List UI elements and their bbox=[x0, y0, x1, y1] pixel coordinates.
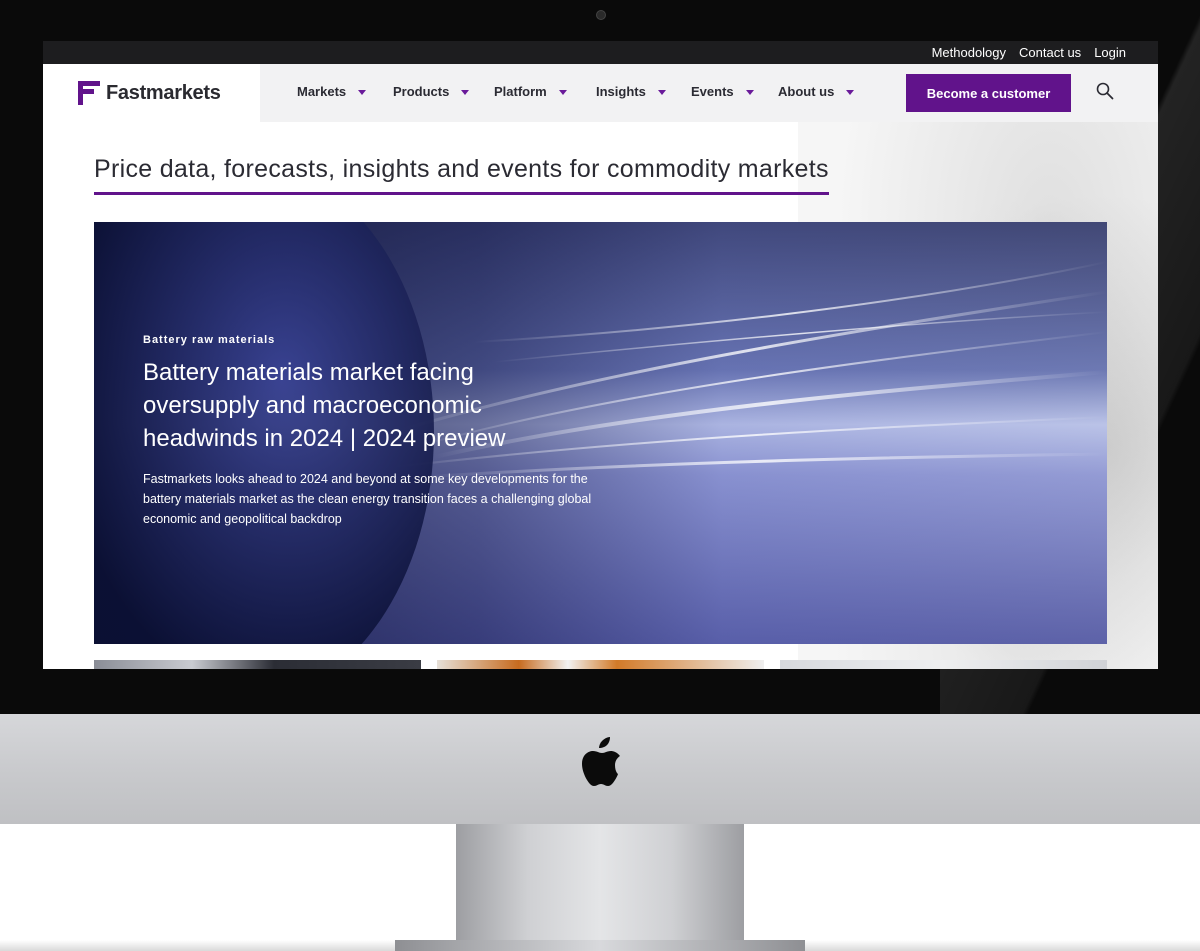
utility-link-login[interactable]: Login bbox=[1094, 45, 1126, 60]
hero-summary: Fastmarkets looks ahead to 2024 and beyo… bbox=[143, 472, 592, 526]
monitor-stand bbox=[456, 824, 744, 951]
nav-item-markets[interactable]: Markets bbox=[297, 84, 367, 99]
nav-label: Platform bbox=[494, 84, 547, 99]
article-card-thumbnail[interactable] bbox=[94, 660, 421, 669]
nav-label: About us bbox=[778, 84, 835, 99]
nav-item-insights[interactable]: Insights bbox=[596, 84, 666, 99]
nav-label: Events bbox=[691, 84, 734, 99]
caret-down-icon bbox=[846, 90, 855, 95]
hero-banner[interactable]: Battery raw materials Battery materials … bbox=[94, 222, 1107, 644]
brand-name: Fastmarkets bbox=[106, 81, 221, 104]
browser-screen: Methodology Contact us Login Fastmarkets… bbox=[43, 41, 1158, 669]
nav-label: Markets bbox=[297, 84, 347, 99]
nav-item-platform[interactable]: Platform bbox=[494, 84, 567, 99]
nav-item-events[interactable]: Events bbox=[691, 84, 754, 99]
article-card-thumbnail[interactable] bbox=[780, 660, 1107, 669]
logo[interactable]: Fastmarkets bbox=[43, 64, 260, 122]
caret-down-icon bbox=[657, 90, 666, 95]
stand-base bbox=[395, 940, 805, 951]
fastmarkets-logo-icon bbox=[78, 81, 100, 105]
caret-down-icon bbox=[358, 90, 367, 95]
main-nav: Markets Products Platform Insights Event… bbox=[260, 64, 1158, 122]
nav-label: Products bbox=[393, 84, 450, 99]
hero-title[interactable]: Battery materials market facing oversupp… bbox=[143, 356, 583, 455]
caret-down-icon bbox=[558, 90, 567, 95]
search-icon[interactable] bbox=[1096, 82, 1114, 100]
site-header: Fastmarkets Markets Products Platform In… bbox=[43, 64, 1158, 122]
caret-down-icon bbox=[461, 90, 470, 95]
utility-link-contact[interactable]: Contact us bbox=[1019, 45, 1081, 60]
caret-down-icon bbox=[745, 90, 754, 95]
utility-link-methodology[interactable]: Methodology bbox=[932, 45, 1006, 60]
camera-icon bbox=[596, 10, 606, 20]
nav-item-about-us[interactable]: About us bbox=[778, 84, 855, 99]
become-a-customer-button[interactable]: Become a customer bbox=[906, 74, 1071, 112]
hero-content: Battery raw materials Battery materials … bbox=[143, 334, 613, 529]
hero-category[interactable]: Battery raw materials bbox=[143, 334, 613, 346]
article-card-thumbnail[interactable] bbox=[437, 660, 764, 669]
apple-logo-icon bbox=[582, 737, 620, 786]
page-title: Price data, forecasts, insights and even… bbox=[94, 155, 829, 195]
utility-bar: Methodology Contact us Login bbox=[43, 41, 1158, 64]
nav-label: Insights bbox=[596, 84, 646, 99]
nav-item-products[interactable]: Products bbox=[393, 84, 470, 99]
